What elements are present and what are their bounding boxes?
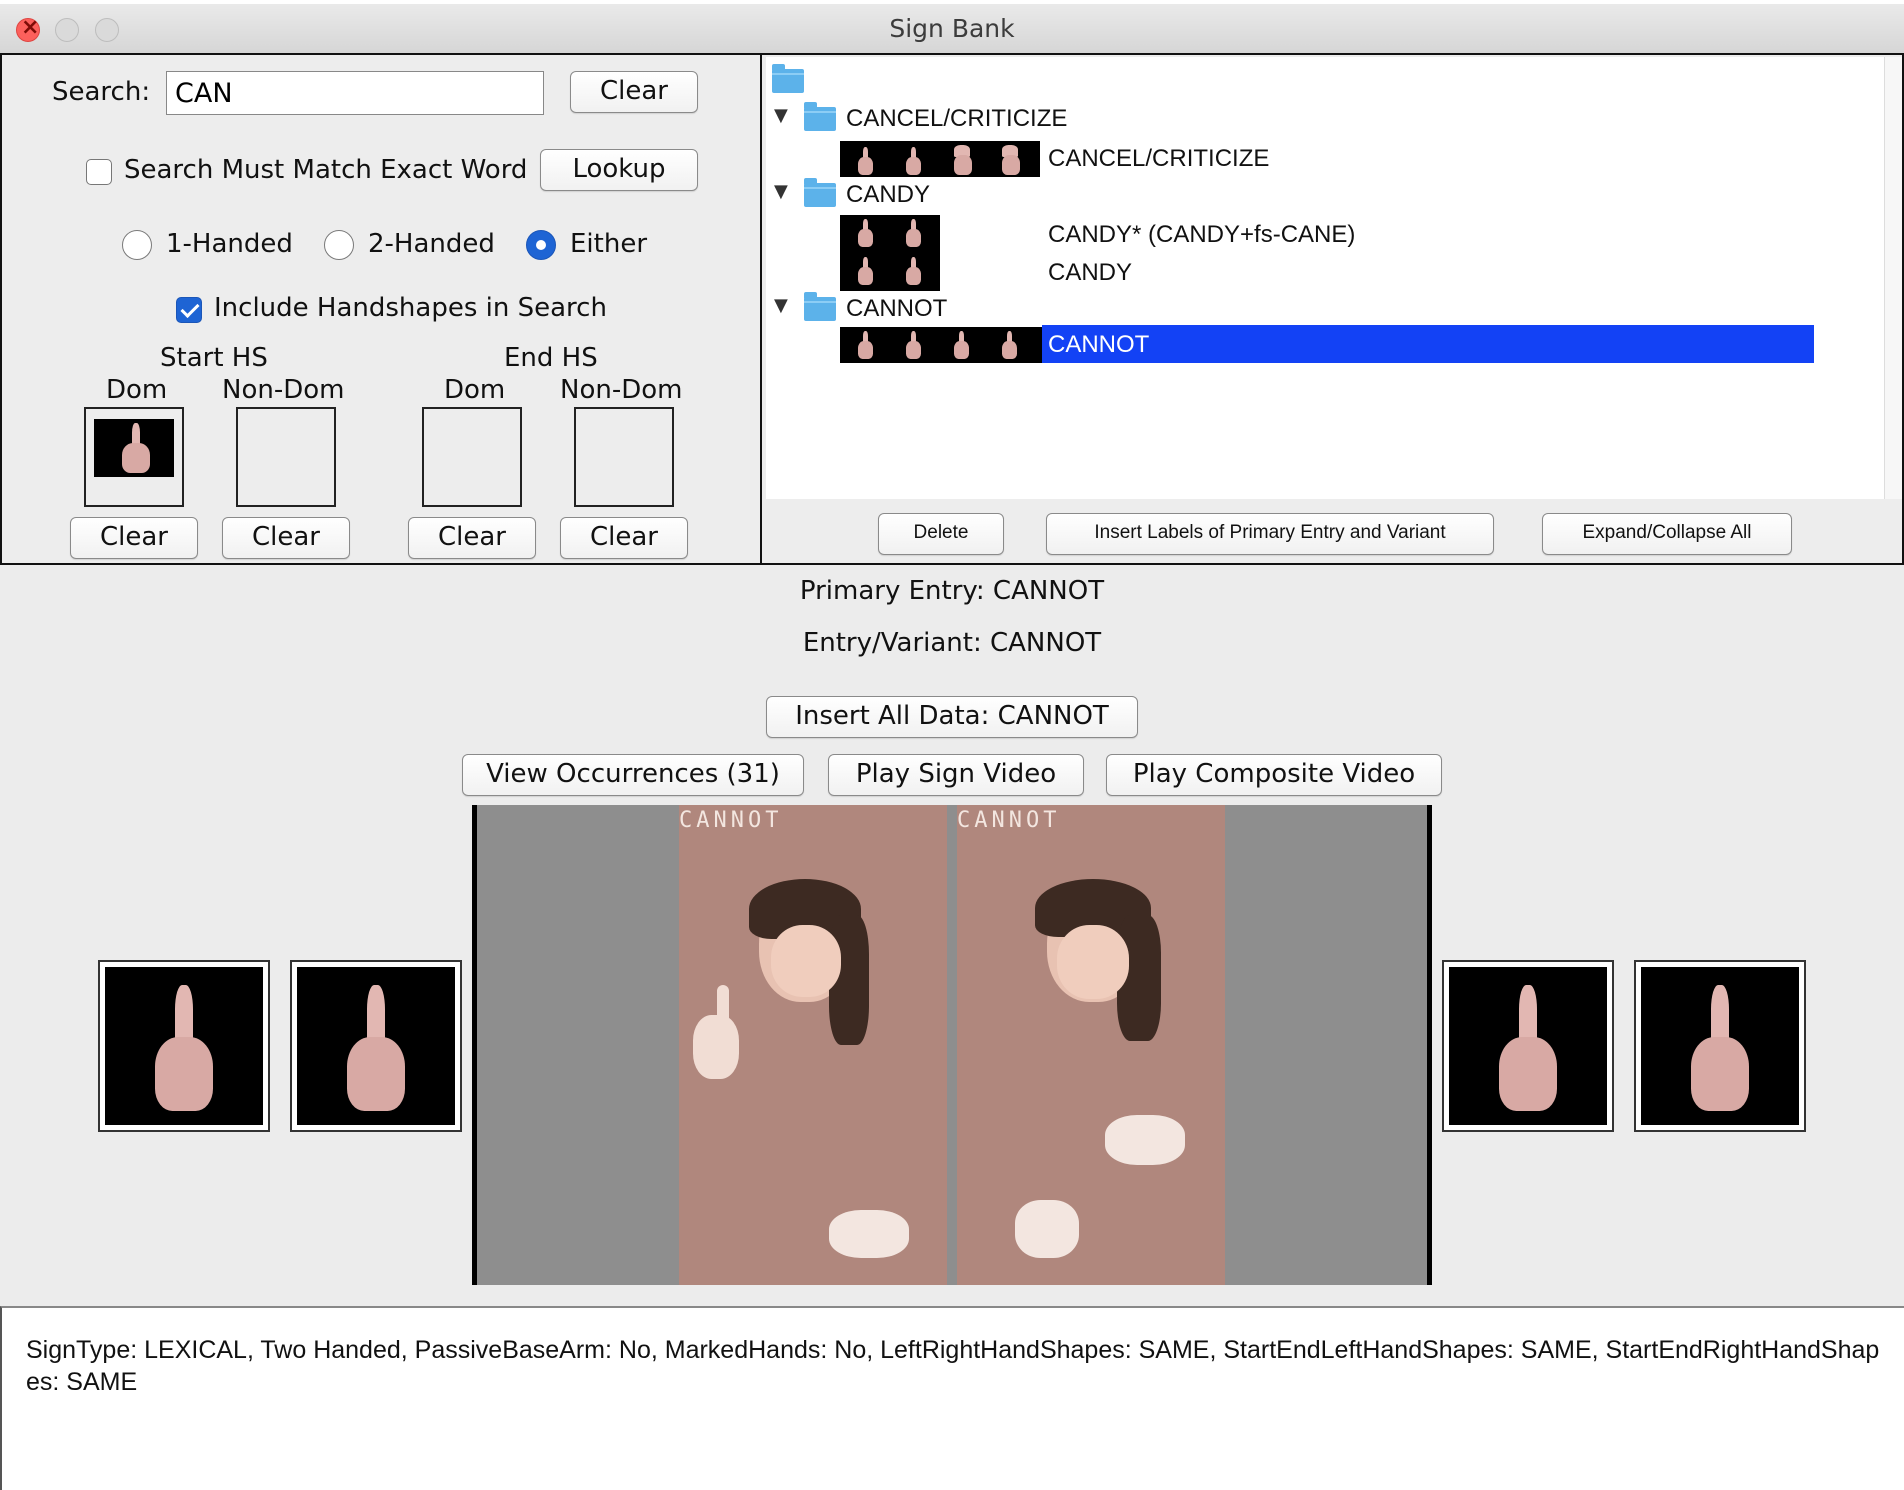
start-dom-clear-button[interactable]: Clear bbox=[70, 517, 198, 559]
start-nondom-clear-button[interactable]: Clear bbox=[222, 517, 350, 559]
end-dom-handshape-box[interactable] bbox=[422, 407, 522, 507]
expand-triangle-icon[interactable]: ▼ bbox=[774, 105, 788, 126]
signer-hand bbox=[693, 1015, 739, 1079]
tree-group-cannot[interactable]: CANNOT bbox=[846, 295, 947, 323]
start-nondom-handshape-box[interactable] bbox=[236, 407, 336, 507]
sign-properties-text: SignType: LEXICAL, Two Handed, PassiveBa… bbox=[0, 1306, 1904, 1490]
end-hs-label: End HS bbox=[504, 343, 598, 373]
sign-video-player[interactable]: CANNOT CANNOT bbox=[472, 805, 1432, 1285]
signer-finger bbox=[717, 985, 729, 1025]
folder-icon bbox=[804, 178, 836, 207]
tree-entry-selected[interactable]: CANNOT bbox=[1048, 331, 1149, 359]
expand-collapse-button[interactable]: Expand/Collapse All bbox=[1542, 513, 1792, 555]
search-clear-button[interactable]: Clear bbox=[570, 71, 698, 113]
video-caption: CANNOT bbox=[679, 808, 783, 833]
either-label: Either bbox=[570, 229, 648, 259]
signer-face bbox=[1057, 925, 1129, 999]
tree-entry[interactable]: CANDY bbox=[1048, 259, 1132, 287]
folder-icon bbox=[804, 102, 836, 131]
insert-all-data-button[interactable]: Insert All Data: CANNOT bbox=[766, 696, 1138, 738]
one-handed-label: 1-Handed bbox=[166, 229, 293, 259]
signer-hand bbox=[1105, 1115, 1185, 1165]
entry-variant-label: Entry/Variant: CANNOT bbox=[802, 628, 1102, 658]
window-title: Sign Bank bbox=[889, 14, 1015, 43]
start-hs-label: Start HS bbox=[160, 343, 268, 373]
end-nondom-label: Non-Dom bbox=[560, 375, 683, 405]
handshape-strip-thumbnail bbox=[840, 141, 1040, 177]
tree-group-cancel[interactable]: CANCEL/CRITICIZE bbox=[846, 105, 1067, 133]
start-dom-label: Dom bbox=[106, 375, 168, 405]
expand-triangle-icon[interactable]: ▼ bbox=[774, 295, 788, 316]
primary-entry-label: Primary Entry: CANNOT bbox=[799, 576, 1105, 606]
start-nondom-handshape-thumbnail[interactable] bbox=[290, 960, 462, 1132]
play-composite-video-button[interactable]: Play Composite Video bbox=[1106, 754, 1442, 796]
pointing-hand-icon bbox=[94, 419, 174, 477]
tree-scrollbar[interactable] bbox=[1884, 57, 1902, 499]
one-handed-radio[interactable] bbox=[122, 230, 152, 260]
start-dom-handshape-thumbnail[interactable] bbox=[98, 960, 270, 1132]
start-dom-handshape-box[interactable] bbox=[84, 407, 184, 507]
root-folder-icon bbox=[772, 64, 804, 93]
insert-labels-button[interactable]: Insert Labels of Primary Entry and Varia… bbox=[1046, 513, 1494, 555]
end-dom-label: Dom bbox=[444, 375, 506, 405]
delete-button[interactable]: Delete bbox=[878, 513, 1004, 555]
exact-word-label: Search Must Match Exact Word bbox=[124, 155, 528, 185]
handshape-strip-thumbnail bbox=[840, 327, 1042, 363]
video-frame-start: CANNOT bbox=[679, 805, 947, 1285]
folder-icon bbox=[804, 292, 836, 321]
title-bar-highlight bbox=[0, 0, 1904, 4]
end-nondom-handshape-thumbnail[interactable] bbox=[1634, 960, 1806, 1132]
tree-entry[interactable]: CANCEL/CRITICIZE bbox=[1048, 145, 1269, 173]
signer-face bbox=[771, 925, 841, 997]
results-tree[interactable]: ▼ CANCEL/CRITICIZE CANCEL/CRITICIZE ▼ CA… bbox=[766, 57, 1886, 499]
end-dom-handshape-thumbnail[interactable] bbox=[1442, 960, 1614, 1132]
frame-divider bbox=[947, 805, 957, 1285]
either-radio[interactable] bbox=[526, 230, 556, 260]
start-nondom-label: Non-Dom bbox=[222, 375, 345, 405]
end-nondom-handshape-box[interactable] bbox=[574, 407, 674, 507]
video-caption: CANNOT bbox=[957, 808, 1061, 833]
results-panel: ▼ CANCEL/CRITICIZE CANCEL/CRITICIZE ▼ CA… bbox=[760, 53, 1904, 565]
signer-hand bbox=[829, 1210, 909, 1258]
selected-row-highlight bbox=[1042, 325, 1814, 363]
lookup-button[interactable]: Lookup bbox=[540, 149, 698, 191]
handshape-grid-thumbnail bbox=[840, 215, 940, 291]
signer-hand bbox=[1015, 1200, 1079, 1258]
title-bar: Sign Bank bbox=[0, 0, 1904, 54]
view-occurrences-button[interactable]: View Occurrences (31) bbox=[462, 754, 804, 796]
end-dom-clear-button[interactable]: Clear bbox=[408, 517, 536, 559]
include-handshapes-checkbox[interactable] bbox=[176, 297, 202, 323]
expand-triangle-icon[interactable]: ▼ bbox=[774, 181, 788, 202]
two-handed-radio[interactable] bbox=[324, 230, 354, 260]
tree-entry[interactable]: CANDY* (CANDY+fs-CANE) bbox=[1048, 221, 1355, 249]
play-sign-video-button[interactable]: Play Sign Video bbox=[828, 754, 1084, 796]
end-nondom-clear-button[interactable]: Clear bbox=[560, 517, 688, 559]
search-label: Search: bbox=[52, 77, 151, 107]
two-handed-label: 2-Handed bbox=[368, 229, 495, 259]
tree-group-candy[interactable]: CANDY bbox=[846, 181, 930, 209]
video-frame-end: CANNOT bbox=[957, 805, 1225, 1285]
exact-word-checkbox[interactable] bbox=[86, 159, 112, 185]
search-panel: Search: Clear Search Must Match Exact Wo… bbox=[0, 53, 762, 565]
include-handshapes-label: Include Handshapes in Search bbox=[214, 293, 607, 323]
search-input[interactable] bbox=[166, 71, 544, 115]
